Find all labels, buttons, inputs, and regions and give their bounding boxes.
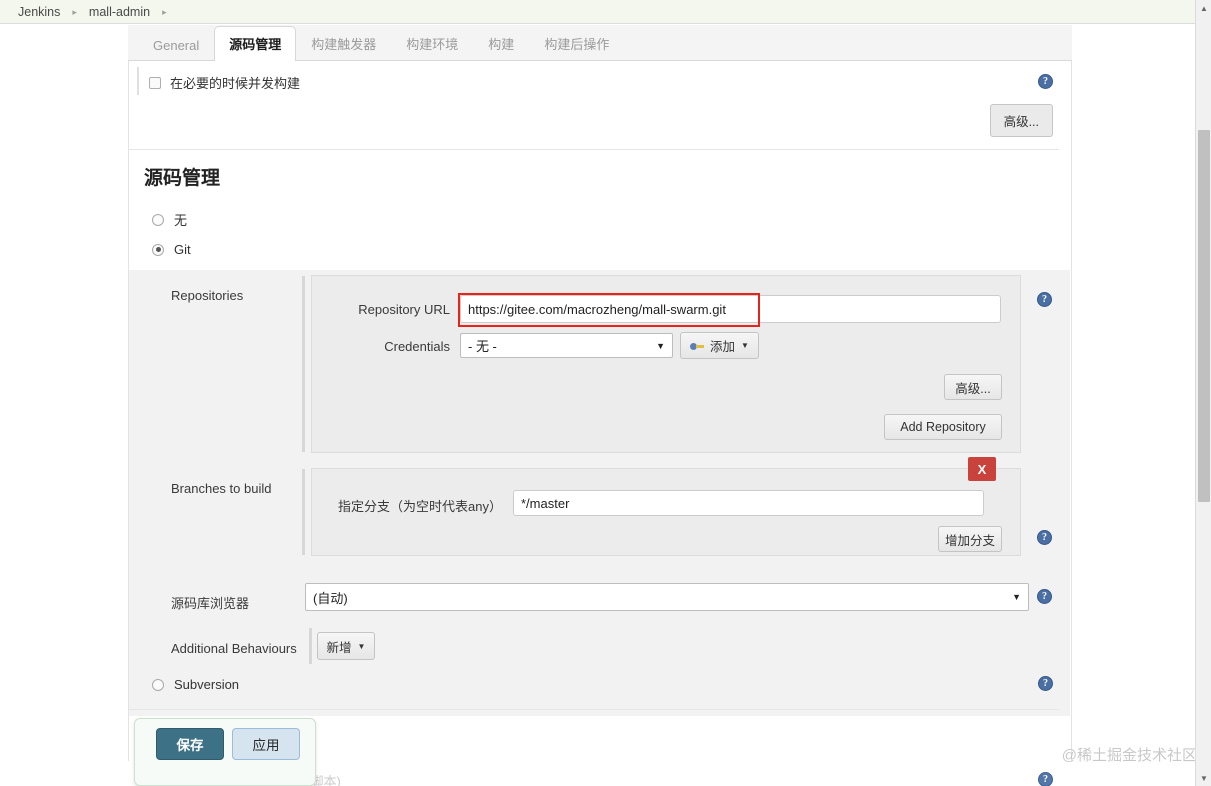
credentials-select-value: - 无 - — [468, 339, 497, 354]
page-scrollbar[interactable]: ▲ ▼ — [1195, 0, 1211, 786]
delete-branch-button[interactable]: X — [968, 457, 996, 481]
tab-general[interactable]: General — [138, 30, 214, 61]
chevron-down-icon-repo-browser: ▼ — [1012, 592, 1021, 602]
scm-radio-none[interactable] — [152, 213, 164, 226]
divider-scm — [129, 709, 1059, 710]
scroll-up-arrow-icon[interactable]: ▲ — [1196, 0, 1211, 16]
help-icon-repositories[interactable]: ? — [1037, 292, 1052, 307]
general-advanced-button[interactable]: 高级... — [989, 104, 1053, 137]
tab-source-code-management[interactable]: 源码管理 — [214, 26, 297, 61]
branches-to-build-label: Branches to build — [171, 481, 272, 496]
branch-spec-label: 指定分支（为空时代表any） — [338, 499, 502, 514]
scm-radio-git[interactable] — [152, 243, 164, 256]
scm-option-git[interactable]: Git — [152, 242, 191, 257]
breadcrumb: Jenkins ▸ mall-admin ▸ — [0, 0, 1195, 24]
repository-advanced-button[interactable]: 高级... — [944, 374, 1002, 400]
save-button[interactable]: 保存 — [156, 728, 224, 760]
repositories-label: Repositories — [171, 288, 244, 303]
scm-option-subversion[interactable]: Subversion — [152, 677, 239, 692]
scm-option-none[interactable]: 无 — [152, 210, 187, 229]
concurrent-build-label: 在必要的时候并发构建 — [170, 76, 301, 91]
credentials-select[interactable]: - 无 - ▼ — [460, 333, 673, 358]
watermark: @稀土掘金技术社区 — [1061, 747, 1197, 764]
tab-build[interactable]: 构建 — [473, 26, 529, 61]
tab-build-environment[interactable]: 构建环境 — [391, 26, 473, 61]
chevron-down-icon-add-credentials: ▼ — [741, 341, 749, 350]
additional-behaviours-bar — [309, 628, 312, 664]
help-icon-branches[interactable]: ? — [1037, 530, 1052, 545]
branches-panel-bar — [302, 469, 305, 555]
tab-build-triggers[interactable]: 构建触发器 — [296, 26, 391, 61]
scm-section-title: 源码管理 — [144, 168, 221, 189]
credentials-label: Credentials — [384, 339, 450, 354]
repositories-panel: Repository URL https://gitee.com/macrozh… — [302, 275, 1021, 453]
add-credentials-label: 添加 — [710, 340, 736, 354]
add-branch-button[interactable]: 增加分支 — [938, 526, 1002, 552]
chevron-down-icon-credentials: ▼ — [656, 340, 665, 351]
concurrent-build-row[interactable]: 在必要的时候并发构建 — [149, 73, 300, 92]
branch-spec-input[interactable]: */master — [513, 490, 984, 516]
concurrent-build-checkbox[interactable] — [149, 76, 161, 89]
breadcrumb-separator-icon: ▸ — [72, 7, 77, 17]
branches-panel: X 指定分支（为空时代表any） */master 增加分支 — [302, 457, 1021, 556]
breadcrumb-item-mall-admin[interactable]: mall-admin — [89, 5, 150, 19]
help-icon-subversion[interactable]: ? — [1038, 676, 1053, 691]
additional-behaviours-label: Additional Behaviours — [171, 641, 297, 656]
scroll-down-arrow-icon[interactable]: ▼ — [1196, 770, 1211, 786]
scm-radio-subversion[interactable] — [152, 678, 164, 691]
repo-browser-label: 源码库浏览器 — [171, 596, 250, 611]
repository-url-label: Repository URL — [358, 302, 450, 317]
scrollbar-thumb[interactable] — [1198, 130, 1210, 502]
scm-option-none-label: 无 — [174, 213, 188, 228]
chevron-down-icon-add-behaviour: ▼ — [357, 641, 366, 651]
help-icon-concurrent-build[interactable]: ? — [1038, 74, 1053, 89]
divider-general — [129, 149, 1059, 150]
breadcrumb-item-jenkins[interactable]: Jenkins — [18, 5, 60, 19]
help-icon-build-triggers[interactable]: ? — [1038, 772, 1053, 786]
git-settings-block: Repositories Repository URL https://gite… — [129, 270, 1070, 716]
apply-button[interactable]: 应用 — [232, 728, 300, 760]
floating-action-bar: 保存 应用 — [134, 718, 316, 786]
help-icon-repo-browser[interactable]: ? — [1037, 589, 1052, 604]
scm-option-subversion-label: Subversion — [174, 677, 240, 692]
repo-browser-select[interactable]: (自动) ▼ — [305, 583, 1029, 611]
add-behaviour-button[interactable]: 新增 ▼ — [317, 632, 375, 660]
repository-url-input[interactable]: https://gitee.com/macrozheng/mall-swarm.… — [460, 295, 1001, 323]
config-form-body: 在必要的时候并发构建 ? 高级... 源码管理 无 Git Repositori… — [128, 61, 1072, 786]
config-tab-bar: General 源码管理 构建触发器 构建环境 构建 构建后操作 — [128, 25, 1072, 61]
add-credentials-button[interactable]: 添加 ▼ — [680, 332, 759, 359]
scm-option-git-label: Git — [174, 242, 191, 257]
repo-browser-select-value: (自动) — [313, 590, 348, 606]
tab-post-build-actions[interactable]: 构建后操作 — [529, 26, 624, 61]
form-left-rule — [137, 67, 139, 95]
repositories-panel-bar — [302, 276, 305, 452]
breadcrumb-separator-icon-2: ▸ — [162, 7, 167, 17]
jenkins-job-config-page: Jenkins ▸ mall-admin ▸ General 源码管理 构建触发… — [0, 0, 1211, 786]
key-icon — [690, 341, 705, 351]
add-behaviour-label: 新增 — [326, 640, 352, 655]
add-repository-button[interactable]: Add Repository — [884, 414, 1002, 440]
